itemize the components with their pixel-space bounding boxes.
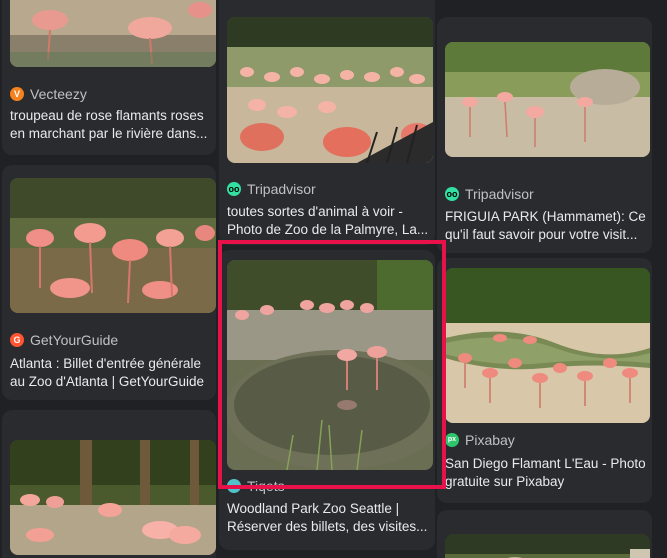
result-title-line: gratuite sur Pixabay: [445, 474, 565, 489]
result-title-line: qu'il faut savoir pour votre visit...: [445, 227, 638, 242]
result-card[interactable]: [2, 410, 216, 558]
result-source-label: Vecteezy: [30, 86, 87, 102]
result-source[interactable]: V Vecteezy: [10, 86, 87, 102]
result-title-line: au Zoo d'Atlanta | GetYourGuide: [10, 374, 204, 389]
result-title[interactable]: Atlanta : Billet d'entrée générale au Zo…: [10, 355, 216, 391]
result-title-line: Réserver des billets, des visites...: [227, 519, 428, 534]
tripadvisor-favicon-icon: oo: [227, 182, 241, 196]
result-source[interactable]: Tiqets: [227, 478, 285, 494]
result-source[interactable]: oo Tripadvisor: [445, 186, 534, 202]
result-card-vecteezy[interactable]: V Vecteezy troupeau de rose flamants ros…: [2, 0, 216, 155]
result-thumbnail[interactable]: [10, 178, 216, 313]
result-thumbnail[interactable]: [10, 0, 216, 67]
result-title-line: toutes sortes d'animal à voir -: [227, 204, 403, 219]
result-source-label: Pixabay: [465, 432, 515, 448]
result-title[interactable]: Woodland Park Zoo Seattle | Réserver des…: [227, 500, 433, 536]
result-source[interactable]: G GetYourGuide: [10, 332, 118, 348]
vecteezy-favicon-icon: V: [10, 87, 24, 101]
result-source-label: Tripadvisor: [465, 186, 534, 202]
result-card-tripadvisor-friguia[interactable]: oo Tripadvisor FRIGUIA PARK (Hammamet): …: [437, 17, 652, 253]
result-card-getyourguide[interactable]: G GetYourGuide Atlanta : Billet d'entrée…: [2, 165, 216, 400]
result-source-label: Tiqets: [247, 478, 285, 494]
tripadvisor-favicon-icon: oo: [445, 187, 459, 201]
result-thumbnail[interactable]: [10, 440, 216, 555]
result-title-line: Photo de Zoo de la Palmyre, La...: [227, 222, 429, 237]
result-title-line: Atlanta : Billet d'entrée générale: [10, 356, 201, 371]
result-title-line: en marchant par le rivière dans...: [10, 126, 208, 141]
result-card-pixabay[interactable]: px Pixabay San Diego Flamant L'Eau - Pho…: [437, 258, 652, 503]
result-title-line: troupeau de rose flamants roses: [10, 108, 204, 123]
result-thumbnail[interactable]: [227, 260, 433, 470]
result-card-tripadvisor-palmyre[interactable]: oo Tripadvisor toutes sortes d'animal à …: [219, 0, 435, 245]
result-thumbnail[interactable]: [445, 534, 650, 558]
result-title[interactable]: toutes sortes d'animal à voir - Photo de…: [227, 203, 433, 239]
result-source[interactable]: px Pixabay: [445, 432, 515, 448]
result-title[interactable]: FRIGUIA PARK (Hammamet): Ce qu'il faut s…: [445, 208, 650, 244]
result-title-line: Woodland Park Zoo Seattle |: [227, 501, 400, 516]
image-results-grid: V Vecteezy troupeau de rose flamants ros…: [0, 0, 667, 558]
pixabay-favicon-icon: px: [445, 433, 459, 447]
result-thumbnail[interactable]: [445, 42, 650, 157]
result-title-line: FRIGUIA PARK (Hammamet): Ce: [445, 209, 646, 224]
result-card[interactable]: [437, 510, 652, 558]
getyourguide-favicon-icon: G: [10, 333, 24, 347]
result-card-tiqets-woodland[interactable]: Tiqets Woodland Park Zoo Seattle | Réser…: [219, 250, 435, 550]
result-title[interactable]: troupeau de rose flamants roses en march…: [10, 107, 216, 143]
result-title[interactable]: San Diego Flamant L'Eau - Photo gratuite…: [445, 455, 650, 491]
result-thumbnail[interactable]: [445, 268, 650, 423]
result-source-label: GetYourGuide: [30, 332, 119, 348]
result-source-label: Tripadvisor: [247, 181, 316, 197]
result-title-line: San Diego Flamant L'Eau - Photo: [445, 456, 646, 471]
result-thumbnail[interactable]: [227, 17, 433, 163]
tiqets-favicon-icon: [227, 479, 241, 493]
result-source[interactable]: oo Tripadvisor: [227, 181, 316, 197]
